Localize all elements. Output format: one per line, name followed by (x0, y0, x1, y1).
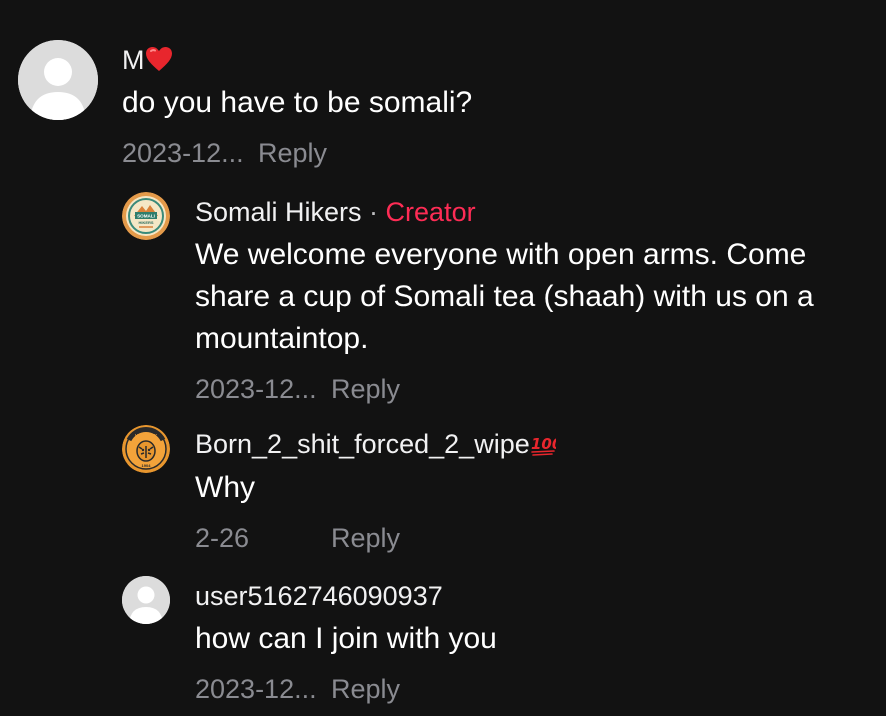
comment-text: do you have to be somali? (122, 86, 473, 119)
default-avatar-icon (18, 40, 98, 120)
heart-emoji-icon (145, 46, 173, 79)
username[interactable]: Somali Hikers · Creator (195, 196, 476, 228)
reply-button[interactable]: Reply (331, 673, 400, 705)
comment-date: 2023-12... (122, 138, 244, 168)
reply-button[interactable]: Reply (258, 137, 327, 169)
svg-text:SOMALI: SOMALI (137, 214, 155, 219)
comment-date: 2-26 (195, 523, 250, 553)
hull-city-crest-icon: HULL CITY 1904 (122, 425, 170, 473)
creator-badge: Creator (385, 197, 476, 227)
username[interactable]: M (122, 44, 173, 79)
username-text: M (122, 45, 145, 75)
svg-text:HIKERS: HIKERS (138, 220, 153, 225)
avatar[interactable]: SOMALI HIKERS (122, 192, 170, 240)
comment-text: how can I join with you (195, 622, 497, 655)
comment-text: We welcome everyone with open arms. Come… (195, 238, 814, 355)
username-text: Born_2_shit_forced_2_wipe (195, 429, 530, 459)
username-text: Somali Hikers (195, 197, 362, 227)
svg-text:HULL CITY: HULL CITY (135, 433, 157, 438)
comment-date: 2023-12... (195, 674, 317, 704)
username-text: user5162746090937 (195, 581, 443, 611)
avatar[interactable] (122, 576, 170, 624)
comment-thread: M do you have to be somali? 2023-12... R… (0, 0, 886, 716)
comment-date: 2023-12... (195, 374, 317, 404)
hundred-points-icon: 100 (530, 431, 562, 463)
svg-text:1904: 1904 (142, 463, 152, 468)
somali-hikers-logo-icon: SOMALI HIKERS (122, 192, 170, 240)
avatar[interactable]: HULL CITY 1904 (122, 425, 170, 473)
username-separator: · (361, 197, 386, 227)
reply-button[interactable]: Reply (331, 522, 400, 554)
reply-button[interactable]: Reply (331, 373, 400, 405)
username[interactable]: user5162746090937 (195, 580, 443, 612)
comment-text: Why (195, 471, 255, 504)
username[interactable]: Born_2_shit_forced_2_wipe100 (195, 428, 562, 463)
default-avatar-icon (122, 576, 170, 624)
avatar[interactable] (18, 40, 98, 120)
